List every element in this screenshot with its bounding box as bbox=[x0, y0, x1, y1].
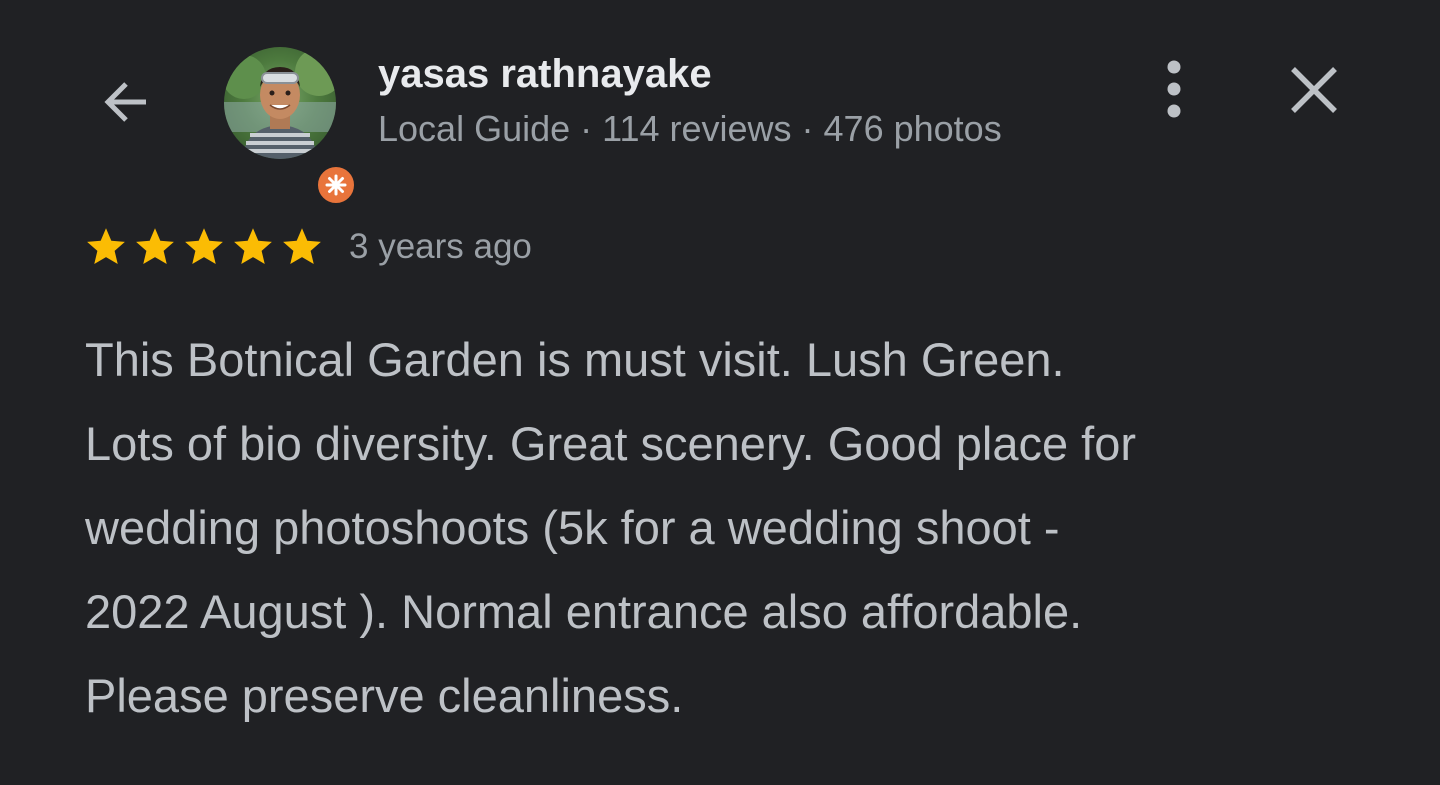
more-vertical-icon bbox=[1167, 60, 1181, 118]
reviewer-meta: Local Guide · 114 reviews · 476 photos bbox=[378, 108, 1002, 149]
back-button[interactable] bbox=[84, 60, 168, 144]
arrow-back-icon bbox=[104, 82, 146, 122]
more-options-button[interactable] bbox=[1134, 50, 1214, 130]
avatar-photo bbox=[224, 47, 336, 159]
close-icon bbox=[1291, 67, 1337, 113]
star-icon bbox=[283, 228, 321, 265]
reviewer-avatar[interactable] bbox=[224, 47, 358, 207]
review-text: This Botnical Garden is must visit. Lush… bbox=[85, 333, 1137, 722]
star-icon bbox=[185, 228, 223, 265]
reviewer-name[interactable]: yasas rathnayake bbox=[378, 52, 712, 97]
local-guide-badge-icon bbox=[314, 163, 358, 207]
review-date: 3 years ago bbox=[349, 227, 532, 266]
rating-row: 3 years ago bbox=[84, 222, 532, 272]
star-icon bbox=[87, 228, 125, 265]
star-rating bbox=[84, 225, 329, 269]
close-button[interactable] bbox=[1274, 50, 1354, 130]
star-icon bbox=[136, 228, 174, 265]
star-icon bbox=[234, 228, 272, 265]
